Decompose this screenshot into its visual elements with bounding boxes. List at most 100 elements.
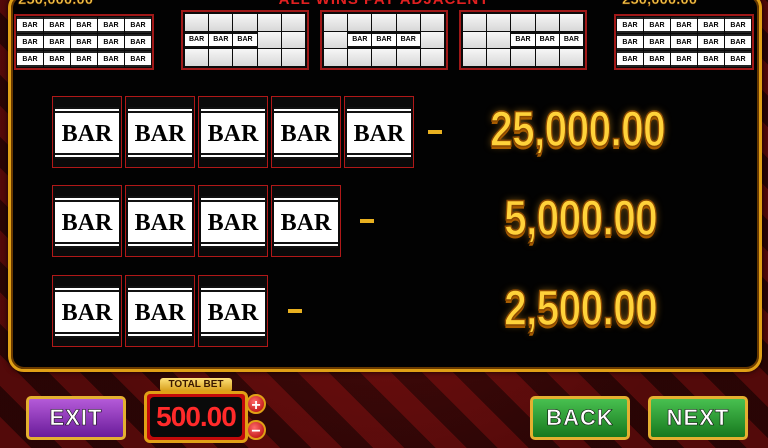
pattern-bar-cell: BAR [559, 31, 583, 49]
pattern-empty-cell [185, 49, 209, 66]
pattern-empty-cell [420, 31, 444, 49]
mini-bar-cell: BAR [671, 34, 697, 50]
adjacent-pattern-2: BAR BAR BAR [320, 10, 448, 70]
adjacent-pattern-1: BAR BAR BAR [181, 10, 309, 70]
bar-symbol-label: BAR [134, 210, 186, 236]
mini-bar-cell: BAR [698, 17, 724, 33]
mini-bar-cell: BAR [644, 34, 670, 50]
pattern-empty-cell [396, 14, 420, 31]
page-title: ALL WINS PAY ADJACENT [0, 0, 768, 8]
decrease-bet-button[interactable]: − [246, 420, 266, 440]
pattern-bar-cell: BAR [209, 31, 233, 49]
increase-bet-button[interactable]: + [246, 394, 266, 414]
pattern-empty-cell [281, 14, 305, 31]
dash-row-3 [288, 309, 302, 313]
total-bet-label: TOTAL BET [160, 378, 232, 392]
mini-bar-cell: BAR [71, 34, 97, 50]
pattern-empty-cell [396, 49, 420, 66]
bar-symbol: BAR [52, 275, 122, 347]
pattern-empty-cell [209, 49, 233, 66]
bar-symbol-label: BAR [280, 121, 332, 147]
mini-grid-right: BAR BAR BAR BAR BAR BAR BAR BAR BAR BAR BAR BAR BAR B… [614, 14, 754, 70]
mini-bar-cell: BAR [98, 51, 124, 67]
pattern-empty-cell [463, 14, 487, 31]
pattern-bar-cell: BAR [535, 31, 559, 49]
prize-3-bar: 2,500.00 [503, 279, 658, 337]
next-button[interactable]: NEXT [648, 396, 748, 440]
pattern-empty-cell [487, 14, 511, 31]
mini-bar-cell: BAR [71, 17, 97, 33]
bar-symbol: BAR [198, 275, 268, 347]
pattern-empty-cell [281, 49, 305, 66]
mini-bar-cell: BAR [125, 51, 151, 67]
mini-bar-cell: BAR [725, 51, 751, 67]
pattern-bar-cell: BAR [511, 31, 535, 49]
pattern-empty-cell [487, 31, 511, 49]
pattern-empty-cell [233, 49, 257, 66]
pattern-empty-cell [463, 31, 487, 49]
bar-symbol: BAR [271, 185, 341, 257]
pattern-empty-cell [348, 49, 372, 66]
pattern-empty-cell [559, 49, 583, 66]
pattern-empty-cell [511, 14, 535, 31]
bar-symbol-label: BAR [207, 300, 259, 326]
pattern-empty-cell [209, 14, 233, 31]
mini-grid-left: BAR BAR BAR BAR BAR BAR BAR BAR BAR BAR BAR BAR BAR B… [14, 14, 154, 70]
bar-symbol: BAR [198, 96, 268, 168]
bar-symbol: BAR [52, 96, 122, 168]
pattern-bar-cell: BAR [233, 31, 257, 49]
bar-symbol-label: BAR [61, 210, 113, 236]
pattern-empty-cell [535, 49, 559, 66]
bar-symbol: BAR [125, 275, 195, 347]
mini-bar-cell: BAR [44, 34, 70, 50]
bar-symbol-label: BAR [280, 210, 332, 236]
prize-4-bar: 5,000.00 [503, 189, 658, 247]
bar-symbol-label: BAR [134, 300, 186, 326]
pattern-empty-cell [348, 14, 372, 31]
mini-bar-cell: BAR [17, 17, 43, 33]
bar-symbol-label: BAR [61, 300, 113, 326]
exit-button[interactable]: EXIT [26, 396, 126, 440]
bar-symbol: BAR [344, 96, 414, 168]
back-button[interactable]: BACK [530, 396, 630, 440]
mini-bar-cell: BAR [671, 17, 697, 33]
mini-bar-cell: BAR [698, 34, 724, 50]
mini-bar-cell: BAR [644, 17, 670, 33]
total-bet-display: 500.00 [144, 391, 248, 443]
pattern-empty-cell [511, 49, 535, 66]
mini-bar-cell: BAR [17, 34, 43, 50]
adjacent-pattern-3: BAR BAR BAR [459, 10, 587, 70]
pattern-empty-cell [257, 49, 281, 66]
pattern-empty-cell [559, 14, 583, 31]
pattern-empty-cell [233, 14, 257, 31]
mini-bar-cell: BAR [617, 17, 643, 33]
pattern-empty-cell [324, 14, 348, 31]
bar-symbol: BAR [125, 96, 195, 168]
pattern-bar-cell: BAR [185, 31, 209, 49]
mini-bar-cell: BAR [17, 51, 43, 67]
mini-bar-cell: BAR [617, 51, 643, 67]
pattern-empty-cell [281, 31, 305, 49]
pattern-empty-cell [372, 49, 396, 66]
pattern-empty-cell [257, 31, 281, 49]
bar-symbol-label: BAR [61, 121, 113, 147]
bar-symbol-label: BAR [207, 210, 259, 236]
bar-symbol: BAR [271, 96, 341, 168]
dash-row-1 [428, 130, 442, 134]
mini-bar-cell: BAR [44, 51, 70, 67]
mini-bar-cell: BAR [644, 51, 670, 67]
mini-bar-cell: BAR [617, 34, 643, 50]
bar-symbol: BAR [125, 185, 195, 257]
pattern-empty-cell [535, 14, 559, 31]
pattern-empty-cell [463, 49, 487, 66]
bar-symbol-label: BAR [134, 121, 186, 147]
pattern-empty-cell [487, 49, 511, 66]
pattern-bar-cell: BAR [348, 31, 372, 49]
pattern-empty-cell [420, 49, 444, 66]
mini-bar-cell: BAR [98, 17, 124, 33]
mini-bar-cell: BAR [725, 34, 751, 50]
mini-bar-cell: BAR [71, 51, 97, 67]
total-bet-value: 500.00 [150, 397, 242, 437]
mini-bar-cell: BAR [125, 17, 151, 33]
prize-5-bar: 25,000.00 [489, 100, 666, 158]
